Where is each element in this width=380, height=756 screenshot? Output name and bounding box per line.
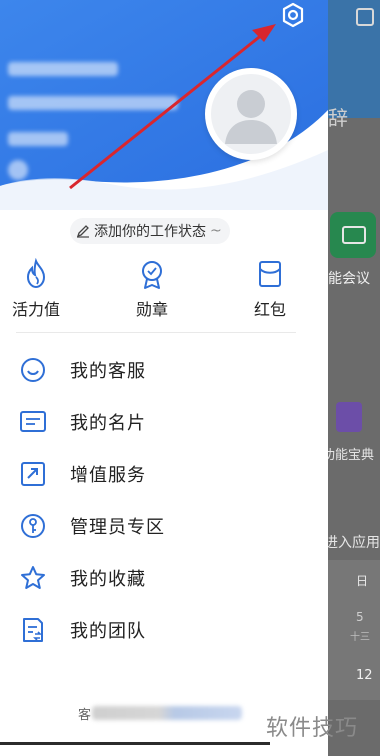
team-icon <box>23 618 43 642</box>
section-divider <box>16 332 296 333</box>
quick-actions: 活力值 勋章 红包 <box>0 256 328 326</box>
avatar-placeholder-icon <box>211 74 291 154</box>
work-status-button[interactable]: 添加你的工作状态 ~ <box>70 218 230 244</box>
red-packet-label: 红包 <box>253 300 286 319</box>
blurred-user-title <box>8 132 68 146</box>
menu-item-business-card[interactable]: 我的名片 <box>0 398 328 444</box>
business-card-icon <box>20 411 46 432</box>
customer-service-icon <box>21 358 45 382</box>
footer-prefix: 客 <box>78 708 92 723</box>
calendar-day-label: 日 <box>356 574 369 588</box>
medal-label: 勋章 <box>135 300 168 319</box>
menu-item-customer-service[interactable]: 我的客服 <box>0 346 328 392</box>
meeting-label: 智能会议 <box>328 271 370 287</box>
menu-label: 我的名片 <box>70 413 146 434</box>
star-icon <box>21 566 45 589</box>
work-status-label: 添加你的工作状态 <box>94 224 206 240</box>
flame-icon <box>26 258 46 289</box>
red-packet-button[interactable]: 红包 <box>230 256 310 326</box>
vitality-label: 活力值 <box>11 300 60 319</box>
red-packet-icon <box>259 261 281 287</box>
medal-button[interactable]: 勋章 <box>112 256 192 326</box>
calendar-lunar: 十三 <box>350 632 370 643</box>
calendar-date-2: 12 <box>356 668 373 683</box>
menu-label: 管理员专区 <box>70 517 165 538</box>
settings-icon[interactable] <box>275 0 311 32</box>
blurred-user-name <box>8 96 178 110</box>
menu-label: 我的客服 <box>70 361 146 382</box>
apps-label: 进入应用 <box>328 535 380 551</box>
blurred-badge <box>8 160 28 180</box>
blurred-company-name <box>8 62 118 76</box>
blurred-footer-text <box>92 706 242 720</box>
menu-item-admin-zone[interactable]: 管理员专区 <box>0 502 328 548</box>
medal-icon <box>142 261 162 289</box>
pencil-icon <box>76 225 89 238</box>
menu-label: 我的团队 <box>70 621 146 642</box>
drawer-header <box>0 0 328 210</box>
watermark: 软件技巧 <box>266 716 359 741</box>
vitality-button[interactable]: 活力值 <box>0 256 76 326</box>
menu-label: 增值服务 <box>70 465 146 486</box>
menu-item-value-added-services[interactable]: 增值服务 <box>0 450 328 496</box>
background-app: 辞 智能会议 功能宝典 进入应用 日 5 十三 12 <box>328 0 380 756</box>
background-title: 辞 <box>328 106 348 130</box>
menu-item-favorites[interactable]: 我的收藏 <box>0 554 328 600</box>
calendar-date: 5 <box>356 610 364 624</box>
admin-key-icon <box>21 514 45 538</box>
grid-icon <box>356 8 374 26</box>
upgrade-service-icon <box>21 462 45 486</box>
work-status-suffix: ~ <box>210 223 222 239</box>
menu-label: 我的收藏 <box>70 569 146 590</box>
avatar[interactable] <box>205 68 297 160</box>
book-icon <box>336 402 362 432</box>
menu-item-team[interactable]: 我的团队 <box>0 606 328 652</box>
book-label: 功能宝典 <box>328 448 375 463</box>
side-drawer: 添加你的工作状态 ~ 活力值 勋章 红包 我的客服 我的名片 增值服务 管理员专… <box>0 0 328 756</box>
bottom-bar <box>0 742 270 756</box>
meeting-icon <box>330 212 376 258</box>
